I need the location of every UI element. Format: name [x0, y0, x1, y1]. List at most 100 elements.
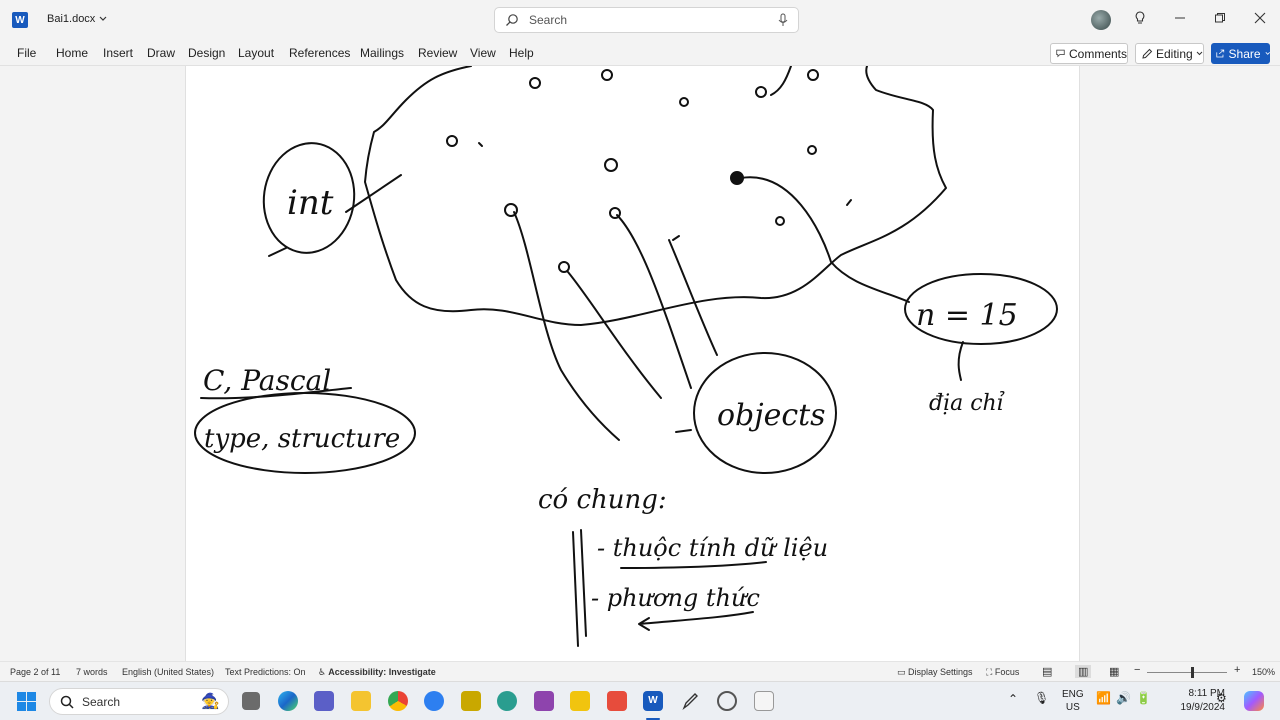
- microphone-icon[interactable]: 🎙: [1034, 691, 1049, 705]
- chrome-icon[interactable]: [388, 691, 408, 711]
- focus-button[interactable]: ⛶ Focus: [986, 667, 1019, 678]
- sticky-notes-icon[interactable]: [570, 691, 590, 711]
- focus-icon: ⛶: [986, 667, 993, 677]
- app-icon[interactable]: [717, 691, 737, 711]
- display-settings-button[interactable]: ▭ Display Settings: [897, 667, 973, 678]
- taskbar-search-label: Search: [82, 694, 121, 709]
- tab-draw[interactable]: Draw: [147, 46, 175, 60]
- editing-mode-button[interactable]: Editing: [1135, 43, 1204, 64]
- display-settings-label: Display Settings: [908, 667, 973, 677]
- document-canvas: int C, Pascal type, structure objects n …: [0, 66, 1280, 661]
- status-bar: Page 2 of 11 7 words English (United Sta…: [0, 661, 1280, 681]
- taskbar-search[interactable]: Search 🧙: [49, 688, 229, 715]
- read-mode-icon[interactable]: ▤: [1042, 665, 1052, 678]
- tab-help[interactable]: Help: [509, 46, 534, 60]
- microphone-icon[interactable]: [778, 13, 788, 28]
- language-indicator[interactable]: ENG US: [1062, 688, 1084, 714]
- tab-review[interactable]: Review: [418, 46, 457, 60]
- app-icon[interactable]: [534, 691, 554, 711]
- ink-stroke: [846, 199, 852, 206]
- search-highlight-icon: 🧙: [201, 693, 220, 710]
- search-icon: [60, 695, 74, 709]
- text-predictions-status[interactable]: Text Predictions: On: [225, 667, 306, 677]
- language-status[interactable]: English (United States): [122, 667, 214, 677]
- pen-icon[interactable]: [680, 691, 700, 711]
- app-icon[interactable]: [424, 691, 444, 711]
- tab-insert[interactable]: Insert: [103, 46, 133, 60]
- app-icon[interactable]: [497, 691, 517, 711]
- search-placeholder: Search: [529, 13, 568, 27]
- ink-arrow: [567, 271, 662, 399]
- clock[interactable]: 8:11 PM 19/9/2024: [1155, 687, 1226, 715]
- zoom-slider[interactable]: [1147, 672, 1227, 673]
- avatar[interactable]: [1091, 10, 1111, 30]
- word-count[interactable]: 7 words: [76, 667, 108, 677]
- ink-text-phuong-thuc: - phương thức: [591, 584, 760, 612]
- ink-dot: [755, 86, 767, 98]
- volume-icon[interactable]: 🔊: [1116, 691, 1131, 705]
- lightbulb-icon[interactable]: [1131, 11, 1149, 29]
- language-bottom: US: [1065, 702, 1080, 713]
- close-icon[interactable]: [1251, 11, 1269, 29]
- ink-dot: [558, 261, 570, 273]
- settings-icon[interactable]: ⚙: [1216, 691, 1227, 705]
- search-input[interactable]: Search: [494, 7, 799, 33]
- minimize-icon[interactable]: [1171, 11, 1189, 29]
- battery-icon[interactable]: 🔋: [1136, 691, 1151, 705]
- print-layout-icon[interactable]: ▥: [1075, 665, 1092, 678]
- zoom-level[interactable]: 150%: [1252, 667, 1275, 677]
- ink-stroke: [268, 247, 287, 257]
- windows-start-icon[interactable]: [17, 692, 36, 711]
- document-page[interactable]: int C, Pascal type, structure objects n …: [185, 66, 1080, 661]
- wifi-icon[interactable]: 📶: [1096, 691, 1111, 705]
- copilot-icon[interactable]: [1244, 691, 1264, 711]
- title-bar: W Bai1.docx Search: [0, 0, 1280, 40]
- ink-stroke: [672, 235, 680, 241]
- accessibility-label: Accessibility: Investigate: [328, 667, 436, 677]
- zoom-slider-handle[interactable]: [1191, 667, 1194, 678]
- restore-icon[interactable]: [1211, 11, 1229, 29]
- zoom-out-icon[interactable]: −: [1134, 664, 1140, 676]
- edge-browser-icon[interactable]: [278, 691, 298, 711]
- tab-file[interactable]: File: [17, 46, 36, 60]
- teams-icon[interactable]: [314, 691, 334, 711]
- document-icon[interactable]: [754, 691, 774, 711]
- ink-arrow: [513, 211, 620, 441]
- accessibility-status[interactable]: ♿ Accessibility: Investigate: [318, 667, 436, 678]
- pencil-icon: [1142, 48, 1153, 59]
- ink-text-n15: n = 15: [916, 298, 1018, 333]
- tab-view[interactable]: View: [470, 46, 496, 60]
- clock-date: 19/9/2024: [1180, 702, 1226, 713]
- ink-bracket: [572, 529, 587, 647]
- ink-dot: [601, 69, 613, 81]
- word-taskbar-icon[interactable]: W: [643, 691, 663, 711]
- ink-drawing: int C, Pascal type, structure objects n …: [194, 66, 1058, 647]
- page-count[interactable]: Page 2 of 11: [10, 667, 60, 677]
- ink-text-dia-chi: địa chỉ: [929, 390, 1005, 416]
- share-button[interactable]: Share: [1211, 43, 1270, 64]
- tab-references[interactable]: References: [289, 46, 350, 60]
- web-layout-icon[interactable]: ▦: [1109, 665, 1119, 678]
- ink-arrow: [616, 214, 692, 389]
- app-icon[interactable]: [607, 691, 627, 711]
- zoom-in-icon[interactable]: +: [1234, 664, 1240, 676]
- ink-stroke: [675, 429, 692, 433]
- ink-text-type-structure: type, structure: [204, 424, 400, 454]
- tab-mailings[interactable]: Mailings: [360, 46, 404, 60]
- chevron-up-icon[interactable]: ⌃: [1008, 692, 1018, 706]
- comments-button[interactable]: Comments: [1050, 43, 1128, 64]
- editing-label: Editing: [1156, 46, 1193, 61]
- ink-arrow: [740, 176, 910, 303]
- focus-label: Focus: [994, 667, 1020, 677]
- tab-design[interactable]: Design: [188, 46, 225, 60]
- search-icon: [506, 14, 518, 26]
- pdf-app-icon[interactable]: [461, 691, 481, 711]
- document-title[interactable]: Bai1.docx: [47, 13, 107, 25]
- tab-home[interactable]: Home: [56, 46, 88, 60]
- tab-layout[interactable]: Layout: [238, 46, 274, 60]
- ribbon-tabs: File Home Insert Draw Design Layout Refe…: [0, 40, 1280, 66]
- ink-underline: [620, 561, 767, 569]
- file-explorer-icon[interactable]: [351, 691, 371, 711]
- task-view-icon[interactable]: [242, 692, 260, 710]
- ink-dot: [807, 145, 817, 155]
